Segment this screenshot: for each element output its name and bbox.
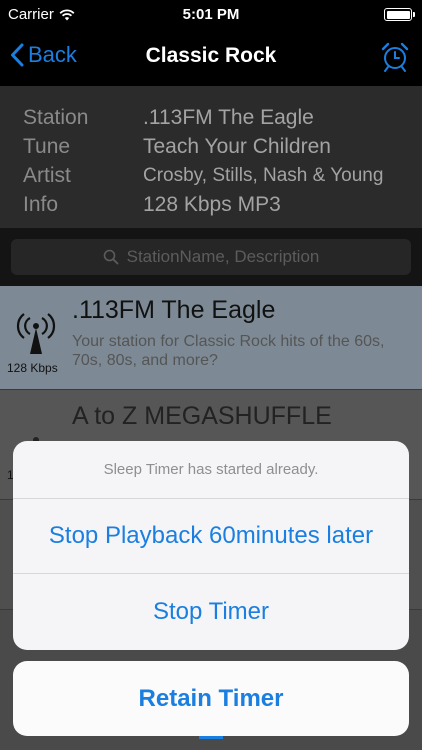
status-time: 5:01 PM [182,6,240,23]
search-icon [103,249,119,265]
info-key: Artist [23,163,71,187]
station-description: Your station for Classic Rock hits of th… [72,333,385,369]
info-row-artist: Artist Crosby, Stills, Nash & Young [0,161,422,190]
info-value: Crosby, Stills, Nash & Young [143,164,384,186]
stop-playback-button[interactable]: Stop Playback 60minutes later [13,499,409,574]
stop-timer-button[interactable]: Stop Timer [13,574,409,649]
battery-icon [384,8,415,21]
info-value: 128 Kbps MP3 [143,192,281,216]
info-row-info: Info 128 Kbps MP3 [0,190,422,219]
info-value: .113FM The Eagle [143,105,314,129]
status-bar: Carrier 5:01 PM [0,0,422,30]
alarm-clock-icon[interactable] [380,41,410,73]
info-key: Tune [23,134,71,158]
retain-timer-button[interactable]: Retain Timer [13,661,409,736]
navigation-bar: Back Classic Rock [0,30,422,86]
station-name: .113FM The Eagle [72,296,276,324]
antenna-icon [16,313,56,354]
search-bar: StationName, Description [0,228,422,286]
info-row-station: Station .113FM The Eagle [0,103,422,132]
station-row[interactable]: 128 Kbps .113FM The Eagle Your station f… [0,286,422,390]
search-placeholder: StationName, Description [126,247,320,266]
action-sheet: Sleep Timer has started already. Stop Pl… [13,441,409,650]
station-bitrate: 128 Kbps [7,361,58,375]
search-input[interactable]: StationName, Description [11,239,411,275]
station-name: A to Z MEGASHUFFLE [72,402,332,430]
info-value: Teach Your Children [143,134,331,158]
page-title: Classic Rock [145,44,277,67]
info-key: Station [23,105,89,129]
tab-indicator [199,736,223,739]
action-sheet-message: Sleep Timer has started already. [13,441,409,499]
info-row-tune: Tune Teach Your Children [0,132,422,161]
now-playing-panel: Station .113FM The Eagle Tune Teach Your… [0,86,422,228]
info-key: Info [23,192,59,216]
